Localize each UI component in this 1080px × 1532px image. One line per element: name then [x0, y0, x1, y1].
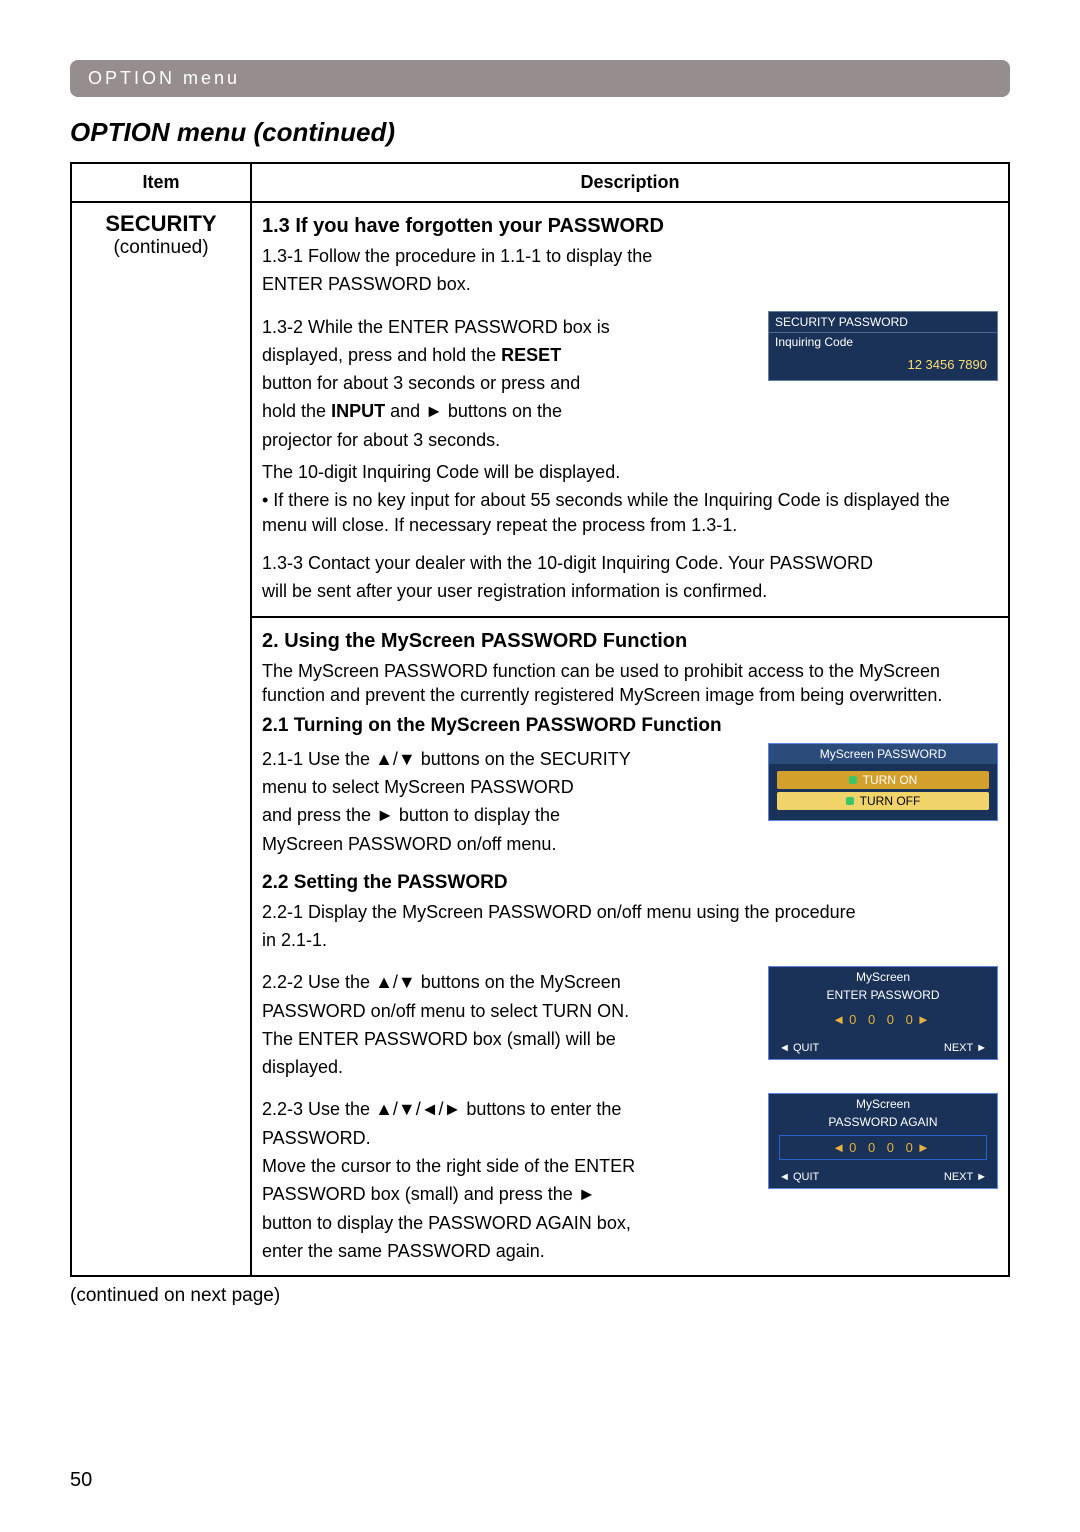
dot-icon: [846, 797, 854, 805]
osd3a-title: MyScreen: [769, 967, 997, 987]
osd3a-quit: ◄ QUIT: [779, 1042, 819, 1054]
osd1-code: 12 3456 7890: [769, 351, 997, 380]
p-2-2-3d: PASSWORD box (small) and press the ►: [262, 1182, 756, 1206]
p-2-2-3a: 2.2-3 Use the ▲/▼/◄/► buttons to enter t…: [262, 1097, 756, 1121]
p-2-2-3e: button to display the PASSWORD AGAIN box…: [262, 1211, 756, 1235]
osd3b-title: MyScreen: [769, 1094, 997, 1114]
osd3a-next: NEXT ►: [944, 1042, 987, 1054]
p-2-2-1a: 2.2-1 Display the MyScreen PASSWORD on/o…: [262, 900, 998, 924]
p-2-1-1c: and press the ► button to display the: [262, 803, 756, 827]
osd2-on: TURN ON: [777, 771, 989, 789]
dot-icon: [849, 776, 857, 784]
p-1-3-3a: 1.3-3 Contact your dealer with the 10-di…: [262, 551, 998, 575]
p-2-1-1b: menu to select MyScreen PASSWORD: [262, 775, 756, 799]
osd-myscreen-password-menu: MyScreen PASSWORD TURN ON TURN OFF: [768, 743, 998, 821]
row-header-security: SECURITY (continued): [71, 202, 251, 1276]
osd3b-next: NEXT ►: [944, 1171, 987, 1183]
osd2-off-label: TURN OFF: [860, 794, 921, 808]
continued-note: (continued on next page): [70, 1285, 1010, 1307]
security-title: SECURITY: [82, 211, 240, 237]
osd3b-digits: ◄0 0 0 0►: [779, 1135, 987, 1160]
osd3a-subtitle: ENTER PASSWORD: [769, 987, 997, 1006]
p-1-3-2e-wrap: hold the INPUT and ► buttons on the: [262, 399, 756, 423]
h-2: 2. Using the MyScreen PASSWORD Function: [262, 628, 998, 655]
th-item: Item: [71, 163, 251, 202]
p-1-3-1b: ENTER PASSWORD box.: [262, 272, 998, 296]
th-desc: Description: [251, 163, 1009, 202]
p-2-2-2a: 2.2-2 Use the ▲/▼ buttons on the MyScree…: [262, 970, 756, 994]
p-2-2-2c: The ENTER PASSWORD box (small) will be: [262, 1027, 756, 1051]
osd1-title: SECURITY PASSWORD: [769, 312, 997, 333]
osd-password-again: MyScreen PASSWORD AGAIN ◄0 0 0 0► ◄ QUIT…: [768, 1093, 998, 1189]
p-2-2-3f: enter the same PASSWORD again.: [262, 1239, 756, 1263]
osd2-title: MyScreen PASSWORD: [769, 744, 997, 764]
p-1-3-3b: will be sent after your user registratio…: [262, 579, 998, 603]
p-2-intro: The MyScreen PASSWORD function can be us…: [262, 659, 998, 708]
input-word: INPUT: [331, 401, 385, 421]
p-2-2-1b: in 2.1-1.: [262, 928, 998, 952]
p-1-3-2d: button for about 3 seconds or press and: [262, 371, 756, 395]
p-1-3-2g: and ► buttons on the: [385, 401, 562, 421]
h-1-3: 1.3 If you have forgotten your PASSWORD: [262, 213, 998, 240]
section-heading: OPTION menu (continued): [70, 117, 1010, 148]
p-2-2-2d: displayed.: [262, 1055, 756, 1079]
p-1-3-2i: The 10-digit Inquiring Code will be disp…: [262, 460, 998, 484]
p-1-3-2h: projector for about 3 seconds.: [262, 428, 756, 452]
p-1-3-2b: displayed, press and hold the: [262, 345, 501, 365]
p-1-3-1a: 1.3-1 Follow the procedure in 1.1-1 to d…: [262, 244, 998, 268]
osd2-on-label: TURN ON: [863, 773, 918, 787]
h-2-1: 2.1 Turning on the MyScreen PASSWORD Fun…: [262, 713, 998, 739]
osd1-sub: Inquiring Code: [769, 333, 997, 351]
p-2-1-1a: 2.1-1 Use the ▲/▼ buttons on the SECURIT…: [262, 747, 756, 771]
osd3b-subtitle: PASSWORD AGAIN: [769, 1114, 997, 1133]
p-1-3-2e: hold the: [262, 401, 331, 421]
section-bar: OPTION menu: [70, 60, 1010, 97]
p-1-3-2a: 1.3-2 While the ENTER PASSWORD box is: [262, 315, 756, 339]
p-2-2-3b: PASSWORD.: [262, 1126, 756, 1150]
p-2-2-3c: Move the cursor to the right side of the…: [262, 1154, 756, 1178]
h-2-2: 2.2 Setting the PASSWORD: [262, 870, 998, 896]
p-1-3-2b-wrap: displayed, press and hold the RESET: [262, 343, 756, 367]
p-2-2-2b: PASSWORD on/off menu to select TURN ON.: [262, 999, 756, 1023]
osd-enter-password: MyScreen ENTER PASSWORD ◄0 0 0 0► ◄ QUIT…: [768, 966, 998, 1060]
reset-word: RESET: [501, 345, 561, 365]
page-number: 50: [70, 1469, 92, 1492]
cell-1-3: 1.3 If you have forgotten your PASSWORD …: [251, 202, 1009, 617]
cell-2: 2. Using the MyScreen PASSWORD Function …: [251, 617, 1009, 1277]
osd2-off: TURN OFF: [777, 792, 989, 810]
p-1-3-2j: • If there is no key input for about 55 …: [262, 488, 998, 537]
osd3b-quit: ◄ QUIT: [779, 1171, 819, 1183]
osd3a-digits: ◄0 0 0 0►: [779, 1008, 987, 1031]
security-sub: (continued): [82, 237, 240, 259]
osd-security-password: SECURITY PASSWORD Inquiring Code 12 3456…: [768, 311, 998, 381]
p-2-1-1d: MyScreen PASSWORD on/off menu.: [262, 832, 756, 856]
option-menu-table: Item Description SECURITY (continued) 1.…: [70, 162, 1010, 1277]
